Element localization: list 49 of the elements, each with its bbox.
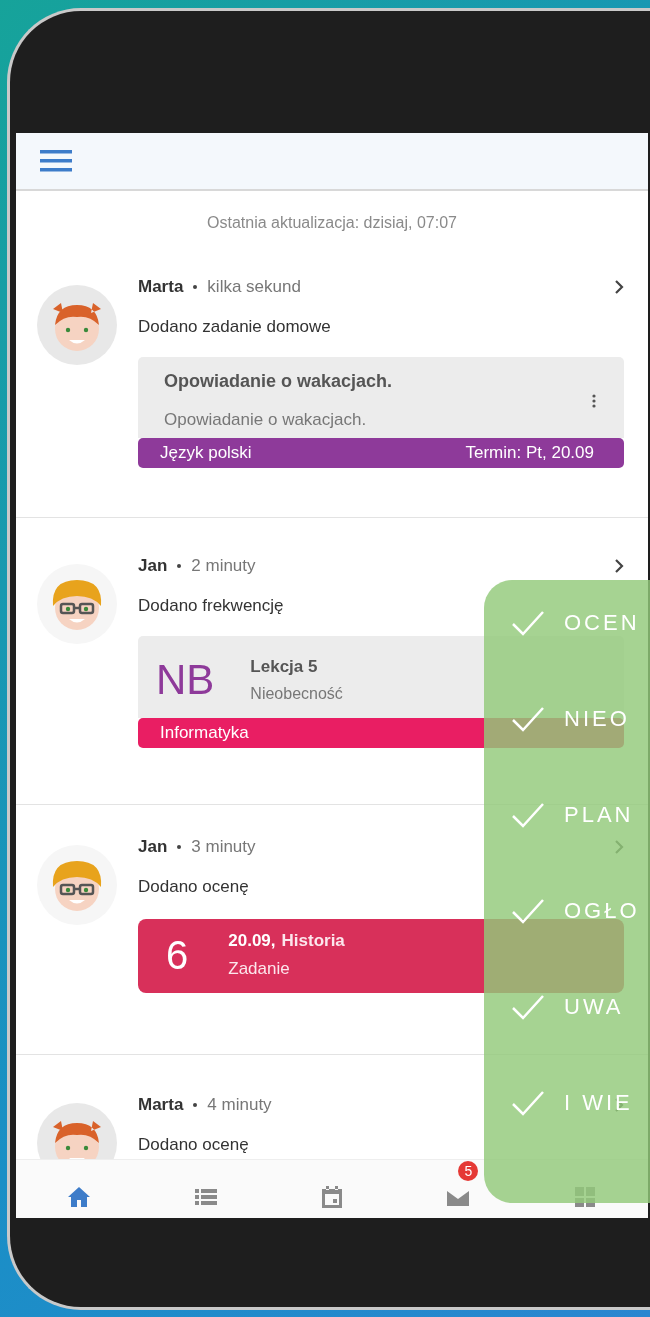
time-ago: 4 minuty bbox=[207, 1095, 272, 1115]
feature-text: UWA bbox=[564, 994, 624, 1020]
time-ago: 3 minuty bbox=[191, 837, 256, 857]
time-ago: kilka sekund bbox=[207, 277, 301, 297]
unread-badge: 5 bbox=[458, 1161, 479, 1181]
action-text: Dodano ocenę bbox=[138, 1135, 250, 1155]
author-name: Jan bbox=[138, 556, 168, 576]
homework-title: Opowiadanie o wakacjach. bbox=[164, 371, 394, 392]
avatar-icon bbox=[37, 845, 117, 925]
separator-dot bbox=[193, 285, 198, 289]
author-name: Marta bbox=[138, 277, 184, 297]
check-icon bbox=[510, 801, 546, 829]
action-text: Dodano zadanie domowe bbox=[138, 317, 332, 337]
due-date: Termin: Pt, 20.09 bbox=[465, 443, 594, 463]
attendance-code: NB bbox=[156, 656, 215, 704]
last-update-text: Ostatnia aktualizacja: dzisiaj, 07:07 bbox=[207, 214, 457, 232]
grade-value: 6 bbox=[166, 932, 189, 978]
separator-dot bbox=[177, 845, 182, 849]
author-name: Marta bbox=[138, 1095, 184, 1115]
grade-date: 20.09, bbox=[228, 931, 276, 950]
chevron-right-icon[interactable] bbox=[614, 279, 624, 295]
grade-description: Zadanie bbox=[228, 959, 291, 979]
author-name: Jan bbox=[138, 837, 168, 857]
homework-description: Opowiadanie o wakacjach. bbox=[164, 410, 368, 430]
avatar-icon bbox=[37, 285, 117, 365]
action-text: Dodano frekwencję bbox=[138, 596, 285, 616]
separator-dot bbox=[177, 564, 182, 568]
action-text: Dodano ocenę bbox=[138, 877, 250, 897]
attendance-status: Nieobecność bbox=[250, 685, 344, 703]
separator-dot bbox=[193, 1103, 198, 1107]
menu-icon[interactable] bbox=[40, 149, 72, 173]
chevron-right-icon[interactable] bbox=[614, 558, 624, 574]
homework-card[interactable]: Opowiadanie o wakacjach. Opowiadanie o wakacjach. bbox=[138, 357, 624, 438]
feature-text: PLAN bbox=[564, 802, 634, 828]
subject-name: Informatyka bbox=[160, 723, 249, 743]
check-icon bbox=[510, 1089, 546, 1117]
check-icon bbox=[510, 705, 546, 733]
avatar-icon bbox=[37, 564, 117, 644]
subject-name: Język polski bbox=[160, 443, 252, 463]
check-icon bbox=[510, 897, 546, 925]
time-ago: 2 minuty bbox=[191, 556, 256, 576]
lesson-title: Lekcja 5 bbox=[250, 657, 319, 677]
more-icon[interactable] bbox=[592, 393, 596, 408]
check-icon bbox=[510, 993, 546, 1021]
check-icon bbox=[510, 609, 546, 637]
calendar-icon[interactable] bbox=[319, 1184, 345, 1210]
feature-text: OCEN bbox=[564, 610, 640, 636]
feature-text: I WIE bbox=[564, 1090, 633, 1116]
grade-subject: Historia bbox=[281, 931, 345, 950]
